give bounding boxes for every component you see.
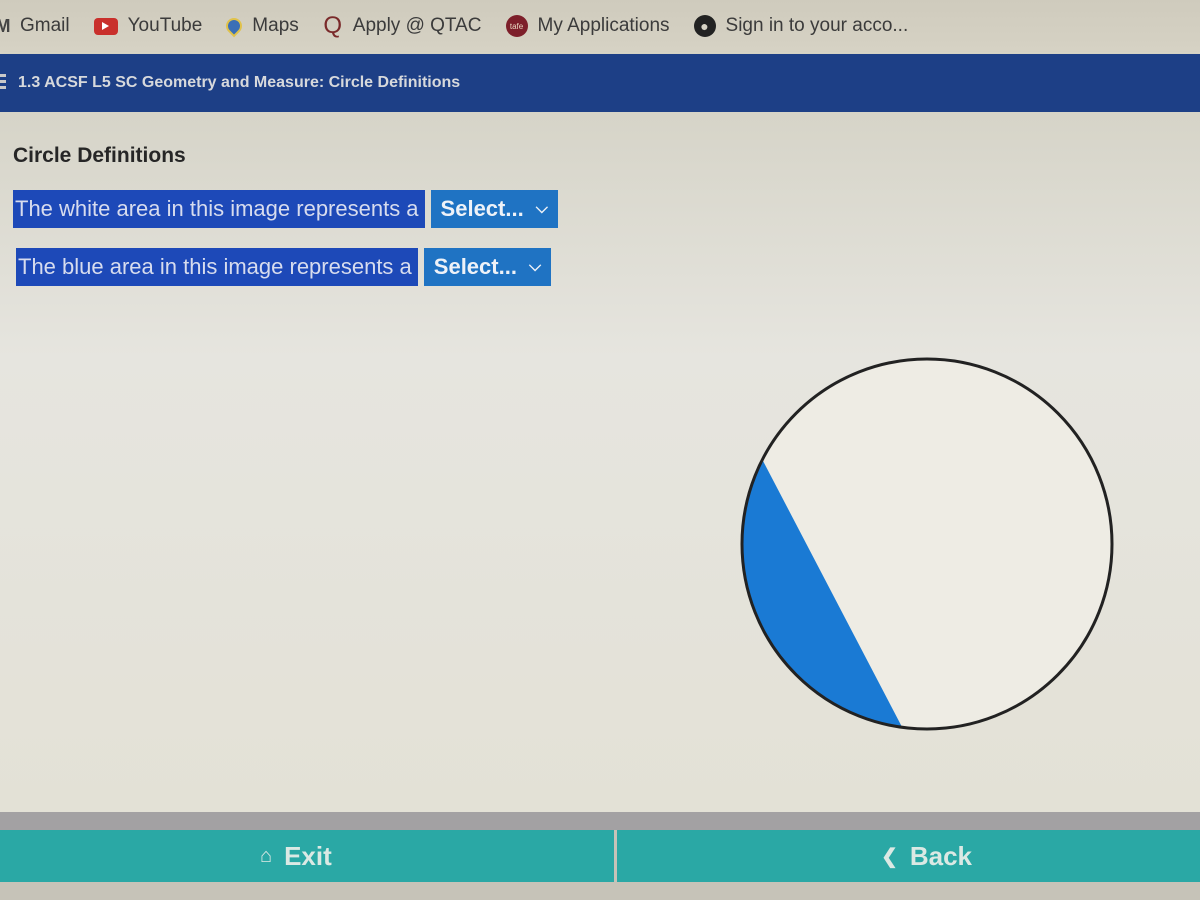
exit-button[interactable]: ⌂ Exit	[0, 830, 614, 882]
page-title: 1.3 ACSF L5 SC Geometry and Measure: Cir…	[18, 74, 461, 91]
question-white-area: The white area in this image represents …	[13, 190, 558, 228]
footer: ⌂ Exit ❮ Back	[0, 812, 1200, 900]
back-label: Back	[909, 840, 972, 871]
circle-figure	[740, 357, 1114, 731]
question-prompt: The white area in this image represents …	[13, 190, 425, 228]
bookmark-label: Sign in to your acco...	[725, 15, 909, 36]
bookmark-label: My Applications	[537, 15, 670, 36]
bookmarks-bar: M Gmail YouTube Maps Q Apply @ QTAC tafe…	[0, 0, 1200, 52]
exit-label: Exit	[284, 840, 332, 871]
bookmark-label: Apply @ QTAC	[352, 15, 482, 36]
back-button[interactable]: ❮ Back	[617, 830, 1200, 882]
chevron-down-icon: ⌵	[528, 258, 542, 275]
app-header: 1.3 ACSF L5 SC Geometry and Measure: Cir…	[0, 54, 1200, 112]
home-icon: ⌂	[260, 844, 273, 867]
maps-pin-icon	[222, 14, 246, 38]
content-area: Circle Definitions The white area in thi…	[0, 112, 1200, 812]
chevron-left-icon: ❮	[881, 845, 898, 868]
my-applications-icon: tafe	[505, 15, 528, 37]
bookmark-label: Maps	[252, 15, 299, 36]
bookmark-maps[interactable]: Maps	[222, 14, 299, 38]
bookmark-label: Gmail	[20, 15, 70, 36]
bookmark-my-applications[interactable]: tafe My Applications	[505, 15, 670, 37]
chevron-down-icon: ⌵	[535, 200, 548, 217]
gmail-icon: M	[0, 15, 11, 36]
answer-dropdown-white-area[interactable]: Select... ⌵	[430, 190, 558, 228]
dropdown-value: Select...	[433, 254, 517, 279]
footer-divider	[0, 812, 1200, 830]
section-title: Circle Definitions	[13, 144, 186, 167]
dropdown-value: Select...	[440, 196, 524, 221]
bookmark-sign-in[interactable]: ● Sign in to your acco...	[693, 15, 909, 37]
menu-icon[interactable]	[0, 74, 6, 92]
bookmark-qtac[interactable]: Q Apply @ QTAC	[323, 12, 482, 40]
bookmark-gmail[interactable]: M Gmail	[0, 15, 70, 37]
bookmark-youtube[interactable]: YouTube	[93, 15, 203, 37]
globe-icon: ●	[693, 15, 716, 37]
question-prompt: The blue area in this image represents a	[16, 248, 418, 286]
youtube-icon	[93, 17, 118, 35]
answer-dropdown-blue-area[interactable]: Select... ⌵	[423, 248, 552, 286]
bookmark-label: YouTube	[127, 15, 203, 36]
qtac-q-icon: Q	[323, 12, 343, 39]
question-blue-area: The blue area in this image represents a…	[16, 248, 552, 286]
